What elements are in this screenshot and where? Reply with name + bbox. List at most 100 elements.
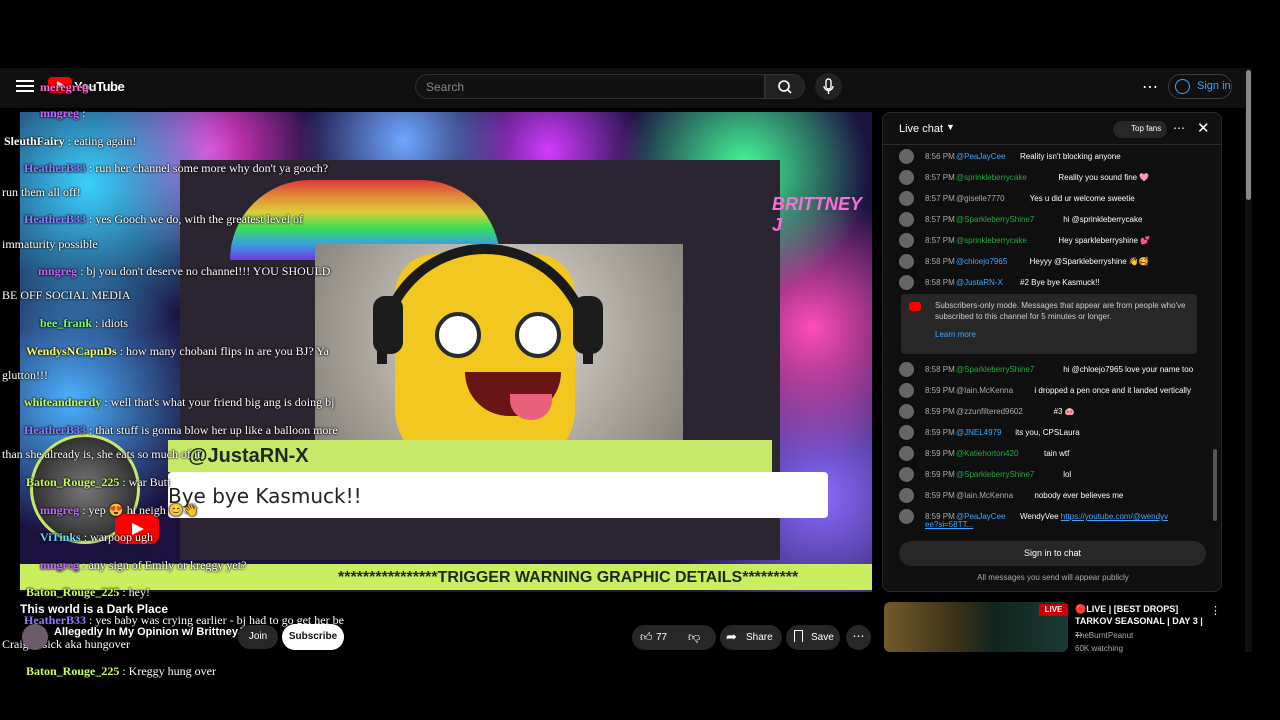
chat-avatar[interactable] — [899, 509, 914, 524]
overlay-chat-line: mngreg : bj you don't deserve no channel… — [38, 264, 330, 279]
overlay-chat-text: : that stuff is gonna blow her up like a… — [86, 423, 338, 437]
overlay-chat-line: ViTinks : warpoop ugh — [40, 530, 153, 545]
sign-in-button[interactable]: Sign in — [1168, 74, 1232, 99]
overlay-chat-line: Baton_Rouge_225 : war Butt — [26, 475, 170, 490]
overlay-chat-line: SleuthFairy : eating again! — [4, 134, 136, 149]
learn-more-link[interactable]: Learn more — [935, 330, 976, 339]
overlay-chat-line: Craig is sick aka hungover — [2, 637, 130, 652]
sign-in-label: Sign in — [1197, 80, 1231, 92]
chat-avatar[interactable] — [899, 191, 914, 206]
chat-avatar[interactable] — [899, 212, 914, 227]
chat-avatar[interactable] — [899, 467, 914, 482]
channel-name[interactable]: Allegedly In My Opinion w/ BrittneyJ — [54, 626, 244, 638]
overlay-chat-text: : how many chobani flips in are you BJ? … — [116, 344, 330, 358]
chat-avatar[interactable] — [899, 149, 914, 164]
chat-scrollbar[interactable] — [1213, 449, 1217, 521]
chat-timestamp: 8:58 PM — [925, 278, 955, 287]
chat-username[interactable]: @Iain.McKenna — [956, 491, 1013, 500]
thumbs-down-icon[interactable]: 👎︎ — [688, 630, 700, 645]
live-badge: LIVE — [1039, 604, 1068, 616]
microphone-icon — [823, 78, 834, 94]
chat-username[interactable]: @Katiehorton420 — [956, 449, 1018, 458]
chat-avatar[interactable] — [899, 383, 914, 398]
overlay-chat-line: mngreg : any sign of Emily or kreggy yet… — [40, 558, 246, 573]
overlay-chat-line: bee_frank : idiots — [40, 316, 128, 331]
overlay-chat-text: : run her channel some more why don't ya… — [86, 161, 329, 175]
chat-timestamp: 8:59 PM — [925, 428, 955, 437]
chat-header: Live chat ▼ Top fans ⋯ ✕ — [883, 113, 1221, 145]
chat-username[interactable]: @Iain.McKenna — [956, 386, 1013, 395]
settings-more-icon[interactable]: ⋯ — [1142, 77, 1158, 97]
chat-username[interactable]: @PeaJayCee — [956, 152, 1005, 161]
chat-avatar[interactable] — [899, 233, 914, 248]
overlay-chat-name: HeatherB33 — [24, 423, 86, 437]
chat-timestamp: 8:59 PM — [925, 449, 955, 458]
page-scrollbar[interactable] — [1245, 68, 1252, 652]
chat-public-note: All messages you send will appear public… — [977, 573, 1129, 582]
channel-avatar[interactable] — [22, 624, 48, 650]
like-count: 77 — [656, 632, 668, 643]
chat-avatar[interactable] — [899, 275, 914, 290]
chat-avatar[interactable] — [899, 425, 914, 440]
chat-username[interactable]: @sprinkleberrycake — [956, 173, 1027, 182]
chat-username[interactable]: @zzunfiltered9602 — [956, 407, 1023, 416]
menu-icon[interactable] — [16, 77, 34, 93]
sign-in-to-chat-button[interactable]: Sign in to chat — [899, 541, 1206, 566]
overlay-chat-line: HeatherB33 : that stuff is gonna blow he… — [24, 423, 338, 438]
chat-username[interactable]: @JustaRN-X — [956, 278, 1003, 287]
page-scrollbar-thumb[interactable] — [1246, 70, 1251, 200]
overlay-chat-name: SleuthFairy — [4, 134, 65, 148]
overlay-chat-name: ViTinks — [40, 530, 81, 544]
chat-text: Heyyy @Sparkleberryshine 👋🥰 — [1029, 257, 1149, 266]
chat-username[interactable]: @giselle7770 — [956, 194, 1005, 203]
chat-text: i dropped a pen once and it landed verti… — [1034, 386, 1191, 395]
chat-timestamp: 8:59 PM — [925, 386, 955, 395]
overlay-chat-name: mngreg — [40, 503, 80, 517]
chat-avatar[interactable] — [899, 446, 914, 461]
chat-avatar[interactable] — [899, 404, 914, 419]
chat-username[interactable]: @SparkleberryShine7 — [956, 215, 1034, 224]
close-icon[interactable]: ✕ — [1197, 119, 1210, 137]
chat-text: hi @chloejo7965 love your name too — [1063, 365, 1194, 374]
chat-username[interactable]: @SparkleberryShine7 — [956, 365, 1034, 374]
search-button[interactable] — [765, 74, 805, 99]
overlay-chat-text: : hey! — [119, 585, 150, 599]
overlay-chat-name: WendysNCapnDs — [26, 344, 117, 358]
overlay-chat-name: whiteandnerdy — [24, 395, 102, 409]
chat-avatar[interactable] — [899, 254, 914, 269]
chat-link-continuation[interactable]: ee?si=58TT... — [925, 520, 973, 534]
chat-username[interactable]: @JNEL4979 — [956, 428, 1001, 437]
overlay-chat-text: than she already is, she eats so much of… — [2, 447, 201, 461]
chat-more-icon[interactable]: ⋯ — [1173, 121, 1185, 135]
chat-avatar[interactable] — [899, 170, 914, 185]
chat-link[interactable]: https://youtube.com/@wendyv — [1061, 512, 1168, 521]
chat-username[interactable]: @SparkleberryShine7 — [956, 470, 1034, 479]
headphone-ear-right — [573, 296, 603, 354]
chat-timestamp: 8:57 PM — [925, 236, 955, 245]
chat-avatar[interactable] — [899, 488, 914, 503]
subscribe-button[interactable]: Subscribe — [282, 624, 344, 650]
chat-avatar[interactable] — [899, 362, 914, 377]
brand-overlay: BRITTNEY J — [772, 194, 862, 235]
more-actions-button[interactable]: ⋯ — [846, 625, 871, 650]
chat-username[interactable]: @chloejo7965 — [956, 257, 1007, 266]
overlay-chat-line: immaturity possible — [2, 237, 98, 252]
chat-text: tain wtf — [1044, 449, 1070, 458]
join-button[interactable]: Join — [238, 625, 278, 649]
thumbs-up-icon[interactable]: 👍︎ — [640, 630, 653, 645]
chevron-down-icon[interactable]: ▼ — [946, 122, 955, 132]
bookmark-icon — [794, 630, 803, 642]
more-options-icon[interactable]: ⋮ — [1210, 604, 1221, 617]
overlay-chat-text: : — [79, 106, 86, 120]
overlay-chat-line: Baton_Rouge_225 : hey! — [26, 585, 150, 600]
overlay-chat-line: than she already is, she eats so much of… — [2, 447, 201, 462]
chat-username[interactable]: @sprinkleberrycake — [956, 236, 1027, 245]
overlay-chat-name: meregreg — [40, 80, 89, 94]
chat-title[interactable]: Live chat — [899, 123, 943, 135]
voice-search-button[interactable] — [815, 73, 842, 100]
chat-timestamp: 8:57 PM — [925, 215, 955, 224]
top-fans-button[interactable]: Top fans — [1113, 121, 1168, 138]
headphone-ear-left — [373, 296, 403, 354]
chat-timestamp: 8:56 PM — [925, 152, 955, 161]
search-input[interactable]: Search — [415, 74, 765, 99]
